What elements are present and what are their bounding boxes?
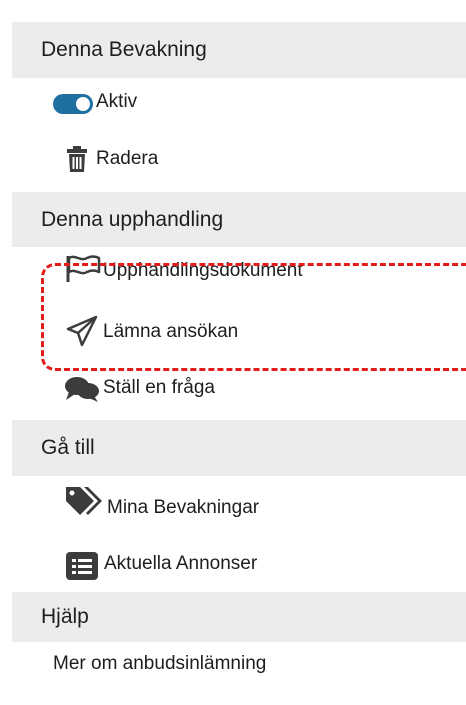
sidebar-item-mina-bevakningar[interactable]: Mina Bevakningar [12, 481, 466, 533]
section-title-upphandling: Denna upphandling [41, 207, 224, 231]
section-title-bevakning: Denna Bevakning [41, 38, 207, 61]
chat-bubbles-icon [65, 377, 99, 402]
sidebar-item-radera[interactable]: Radera [12, 134, 466, 184]
sidebar-item-aktuella-annonser[interactable]: Aktuella Annonser [12, 537, 466, 589]
paper-plane-icon [66, 315, 98, 347]
sidebar-item-label: Radera [96, 148, 159, 169]
sidebar-item-label: Upphandlingsdokument [103, 260, 303, 281]
sidebar-item-aktiv[interactable]: Aktiv [12, 78, 466, 126]
sidebar-item-label: Aktiv [96, 91, 138, 112]
sidebar-item-label: Lämna ansökan [103, 321, 239, 342]
sidebar-item-upphandlingsdokument[interactable]: Upphandlingsdokument [12, 250, 466, 294]
sidebar-item-label: Mer om anbudsinlämning [53, 653, 267, 674]
sidebar-item-label: Mina Bevakningar [107, 497, 260, 518]
trash-icon [67, 146, 87, 172]
sidebar-item-mer-om-anbudsinlamning[interactable]: Mer om anbudsinlämning [12, 645, 466, 689]
sidebar-item-lamna-ansokan[interactable]: Lämna ansökan [12, 306, 466, 356]
section-title-ga-till: Gå till [41, 436, 95, 459]
section-header-hjalp: Hjälp [12, 592, 466, 642]
section-title-hjalp: Hjälp [41, 605, 89, 628]
section-header-bevakning: Denna Bevakning [12, 22, 466, 78]
section-header-ga-till: Gå till [12, 420, 466, 476]
sidebar-item-label: Ställ en fråga [103, 377, 215, 398]
sidebar-item-stall-en-fraga[interactable]: Ställ en fråga [12, 362, 466, 412]
sidebar-item-label: Aktuella Annonser [104, 553, 258, 574]
flag-icon [66, 255, 101, 282]
tags-icon [66, 487, 102, 515]
section-header-upphandling: Denna upphandling [12, 192, 466, 247]
list-icon [66, 552, 98, 580]
toggle-icon[interactable] [53, 94, 93, 114]
